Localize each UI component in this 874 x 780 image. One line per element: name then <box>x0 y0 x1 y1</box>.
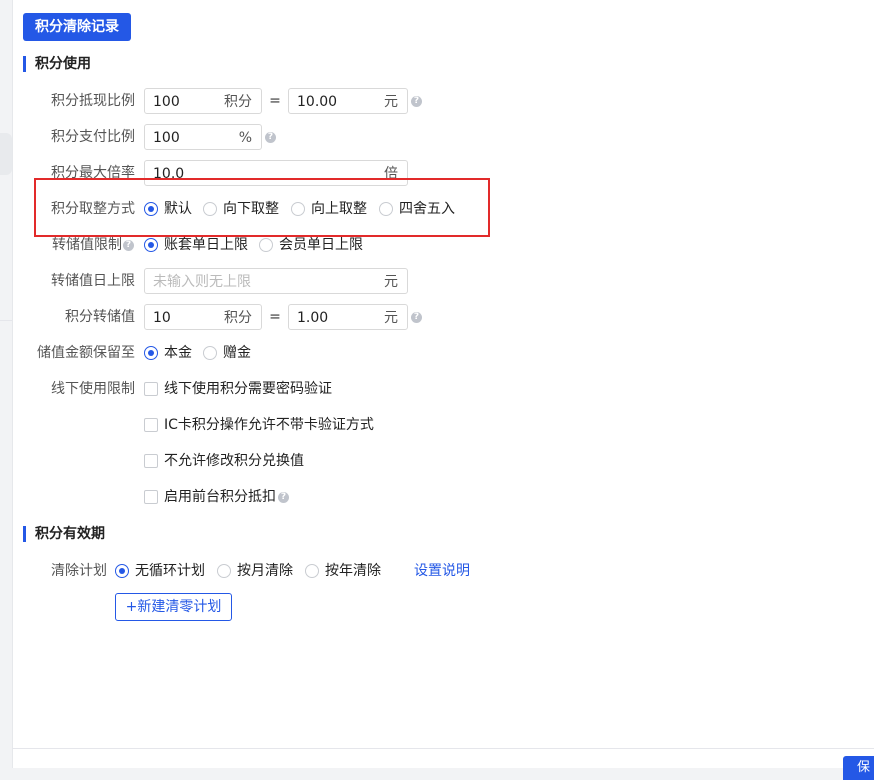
pay-ratio-label: 积分支付比例 <box>51 129 135 145</box>
points-transfer-points-input[interactable]: 10 积分 <box>144 304 262 330</box>
radio-checked-icon <box>144 346 158 360</box>
points-transfer-label: 积分转储值 <box>65 309 135 325</box>
save-button[interactable]: 保 <box>843 756 874 780</box>
setting-explanation-link[interactable]: 设置说明 <box>414 558 470 584</box>
checkbox-icon <box>144 418 158 432</box>
help-icon[interactable]: ? <box>278 492 289 503</box>
transfer-limit-radio-group: 账套单日上限 会员单日上限 <box>144 232 384 258</box>
pay-ratio-input[interactable]: 100 % <box>144 124 262 150</box>
clear-record-button[interactable]: 积分清除记录 <box>23 13 131 41</box>
radio-checked-icon <box>144 238 158 252</box>
equals-sign: = <box>269 309 281 325</box>
clear-plan-label: 清除计划 <box>51 563 107 579</box>
help-icon[interactable]: ? <box>411 96 422 107</box>
section-accent-bar <box>23 526 26 542</box>
section-accent-bar <box>23 56 26 72</box>
transfer-limit-label: 转储值限制 <box>52 237 122 253</box>
clear-plan-radio-group: 无循环计划 按月清除 按年清除 <box>115 558 395 584</box>
transfer-daily-cap-input[interactable]: 未输入则无上限 元 <box>144 268 408 294</box>
help-icon[interactable]: ? <box>265 132 276 143</box>
equals-sign: = <box>269 93 281 109</box>
footer-divider <box>12 748 874 749</box>
radio-checked-icon <box>115 564 129 578</box>
points-transfer-money-input[interactable]: 1.00 元 <box>288 304 408 330</box>
radio-icon <box>217 564 231 578</box>
cash-ratio-label: 积分抵现比例 <box>51 93 135 109</box>
radio-icon <box>259 238 273 252</box>
cash-ratio-money-input[interactable]: 10.00 元 <box>288 88 408 114</box>
radio-icon <box>305 564 319 578</box>
highlight-box <box>34 178 490 237</box>
checkbox-icon <box>144 382 158 396</box>
settings-panel <box>12 0 874 768</box>
reserve-to-radio-group: 本金 赠金 <box>144 340 274 366</box>
help-icon[interactable]: ? <box>411 312 422 323</box>
reserve-to-label: 储值金额保留至 <box>37 345 135 361</box>
cash-ratio-points-input[interactable]: 100 积分 <box>144 88 262 114</box>
checkbox-icon <box>144 454 158 468</box>
offline-limit-label: 线下使用限制 <box>51 381 135 397</box>
transfer-daily-cap-label: 转储值日上限 <box>51 273 135 289</box>
radio-icon <box>203 346 217 360</box>
help-icon[interactable]: ? <box>123 240 134 251</box>
checkbox-icon <box>144 490 158 504</box>
new-clear-plan-button[interactable]: +新建清零计划 <box>115 593 232 621</box>
